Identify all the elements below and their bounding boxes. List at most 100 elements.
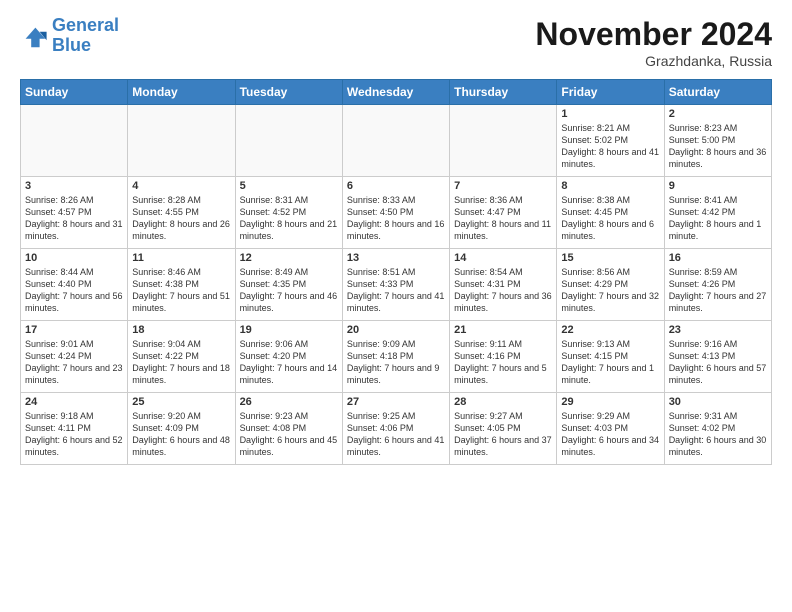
day-info: Sunrise: 8:26 AM Sunset: 4:57 PM Dayligh… [25,194,123,243]
day-info: Sunrise: 9:11 AM Sunset: 4:16 PM Dayligh… [454,338,552,387]
day-number: 10 [25,252,123,264]
day-number: 24 [25,396,123,408]
day-number: 11 [132,252,230,264]
day-info: Sunrise: 8:33 AM Sunset: 4:50 PM Dayligh… [347,194,445,243]
calendar-cell: 14Sunrise: 8:54 AM Sunset: 4:31 PM Dayli… [450,249,557,321]
day-number: 12 [240,252,338,264]
day-number: 27 [347,396,445,408]
header: General Blue November 2024 Grazhdanka, R… [20,16,772,69]
day-number: 18 [132,324,230,336]
calendar-header: SundayMondayTuesdayWednesdayThursdayFrid… [21,80,772,105]
calendar: SundayMondayTuesdayWednesdayThursdayFrid… [20,79,772,465]
day-number: 26 [240,396,338,408]
calendar-cell: 6 Sunrise: 8:33 AM Sunset: 4:50 PM Daylig… [342,177,449,249]
day-number: 21 [454,324,552,336]
day-number: 22 [561,324,659,336]
day-number: 13 [347,252,445,264]
calendar-cell: 2 Sunrise: 8:23 AM Sunset: 5:00 PM Daylig… [664,105,771,177]
day-number: 17 [25,324,123,336]
calendar-cell: 4 Sunrise: 8:28 AM Sunset: 4:55 PM Daylig… [128,177,235,249]
week-row-4: 24 Sunrise: 9:18 AM Sunset: 4:11 PM Dayli… [21,393,772,465]
day-info: Sunrise: 8:46 AM Sunset: 4:38 PM Dayligh… [132,266,230,315]
logo-icon [20,22,48,50]
calendar-cell: 11 Sunrise: 8:46 AM Sunset: 4:38 PM Dayli… [128,249,235,321]
calendar-cell [235,105,342,177]
calendar-cell: 15 Sunrise: 8:56 AM Sunset: 4:29 PM Dayli… [557,249,664,321]
day-number: 5 [240,180,338,192]
day-info: Sunrise: 9:23 AM Sunset: 4:08 PM Dayligh… [240,410,338,459]
day-info: Sunrise: 8:28 AM Sunset: 4:55 PM Dayligh… [132,194,230,243]
calendar-cell: 9Sunrise: 8:41 AM Sunset: 4:42 PM Daylig… [664,177,771,249]
day-number: 23 [669,324,767,336]
day-header-friday: Friday [557,80,664,105]
calendar-cell: 28Sunrise: 9:27 AM Sunset: 4:05 PM Dayli… [450,393,557,465]
day-header-thursday: Thursday [450,80,557,105]
day-info: Sunrise: 8:21 AM Sunset: 5:02 PM Dayligh… [561,122,659,171]
day-header-row: SundayMondayTuesdayWednesdayThursdayFrid… [21,80,772,105]
day-number: 25 [132,396,230,408]
day-info: Sunrise: 8:23 AM Sunset: 5:00 PM Dayligh… [669,122,767,171]
calendar-cell: 27Sunrise: 9:25 AM Sunset: 4:06 PM Dayli… [342,393,449,465]
day-number: 20 [347,324,445,336]
day-number: 2 [669,108,767,120]
calendar-cell [342,105,449,177]
day-number: 6 [347,180,445,192]
calendar-cell [21,105,128,177]
calendar-cell [450,105,557,177]
calendar-cell: 26 Sunrise: 9:23 AM Sunset: 4:08 PM Dayli… [235,393,342,465]
calendar-body: 1 Sunrise: 8:21 AM Sunset: 5:02 PM Daylig… [21,105,772,465]
calendar-cell: 1 Sunrise: 8:21 AM Sunset: 5:02 PM Daylig… [557,105,664,177]
day-number: 1 [561,108,659,120]
day-header-saturday: Saturday [664,80,771,105]
calendar-cell: 3 Sunrise: 8:26 AM Sunset: 4:57 PM Daylig… [21,177,128,249]
day-info: Sunrise: 8:36 AM Sunset: 4:47 PM Dayligh… [454,194,552,243]
day-number: 15 [561,252,659,264]
day-info: Sunrise: 8:31 AM Sunset: 4:52 PM Dayligh… [240,194,338,243]
calendar-cell: 25Sunrise: 9:20 AM Sunset: 4:09 PM Dayli… [128,393,235,465]
calendar-cell: 20Sunrise: 9:09 AM Sunset: 4:18 PM Dayli… [342,321,449,393]
day-number: 3 [25,180,123,192]
day-header-monday: Monday [128,80,235,105]
calendar-cell: 19 Sunrise: 9:06 AM Sunset: 4:20 PM Dayli… [235,321,342,393]
day-info: Sunrise: 8:44 AM Sunset: 4:40 PM Dayligh… [25,266,123,315]
calendar-cell: 7 Sunrise: 8:36 AM Sunset: 4:47 PM Daylig… [450,177,557,249]
title-block: November 2024 Grazhdanka, Russia [535,16,772,69]
day-info: Sunrise: 9:16 AM Sunset: 4:13 PM Dayligh… [669,338,767,387]
day-number: 29 [561,396,659,408]
calendar-cell: 30 Sunrise: 9:31 AM Sunset: 4:02 PM Dayli… [664,393,771,465]
calendar-cell: 13Sunrise: 8:51 AM Sunset: 4:33 PM Dayli… [342,249,449,321]
day-info: Sunrise: 8:59 AM Sunset: 4:26 PM Dayligh… [669,266,767,315]
day-number: 28 [454,396,552,408]
week-row-1: 3 Sunrise: 8:26 AM Sunset: 4:57 PM Daylig… [21,177,772,249]
calendar-cell: 23 Sunrise: 9:16 AM Sunset: 4:13 PM Dayli… [664,321,771,393]
day-info: Sunrise: 8:54 AM Sunset: 4:31 PM Dayligh… [454,266,552,315]
day-number: 16 [669,252,767,264]
day-info: Sunrise: 9:04 AM Sunset: 4:22 PM Dayligh… [132,338,230,387]
logo-general: General [52,15,119,35]
day-header-tuesday: Tuesday [235,80,342,105]
day-info: Sunrise: 8:56 AM Sunset: 4:29 PM Dayligh… [561,266,659,315]
day-info: Sunrise: 8:38 AM Sunset: 4:45 PM Dayligh… [561,194,659,243]
day-header-sunday: Sunday [21,80,128,105]
calendar-cell: 16 Sunrise: 8:59 AM Sunset: 4:26 PM Dayli… [664,249,771,321]
day-number: 19 [240,324,338,336]
week-row-3: 17 Sunrise: 9:01 AM Sunset: 4:24 PM Dayli… [21,321,772,393]
calendar-cell: 22Sunrise: 9:13 AM Sunset: 4:15 PM Dayli… [557,321,664,393]
day-number: 7 [454,180,552,192]
day-number: 30 [669,396,767,408]
day-info: Sunrise: 9:31 AM Sunset: 4:02 PM Dayligh… [669,410,767,459]
location-subtitle: Grazhdanka, Russia [535,53,772,69]
day-number: 4 [132,180,230,192]
calendar-cell: 24 Sunrise: 9:18 AM Sunset: 4:11 PM Dayli… [21,393,128,465]
calendar-cell: 29Sunrise: 9:29 AM Sunset: 4:03 PM Dayli… [557,393,664,465]
day-info: Sunrise: 9:06 AM Sunset: 4:20 PM Dayligh… [240,338,338,387]
page: General Blue November 2024 Grazhdanka, R… [0,0,792,612]
day-number: 9 [669,180,767,192]
calendar-cell: 10 Sunrise: 8:44 AM Sunset: 4:40 PM Dayli… [21,249,128,321]
calendar-cell: 17 Sunrise: 9:01 AM Sunset: 4:24 PM Dayli… [21,321,128,393]
calendar-cell: 5 Sunrise: 8:31 AM Sunset: 4:52 PM Daylig… [235,177,342,249]
day-header-wednesday: Wednesday [342,80,449,105]
day-info: Sunrise: 9:18 AM Sunset: 4:11 PM Dayligh… [25,410,123,459]
calendar-cell [128,105,235,177]
day-info: Sunrise: 9:01 AM Sunset: 4:24 PM Dayligh… [25,338,123,387]
